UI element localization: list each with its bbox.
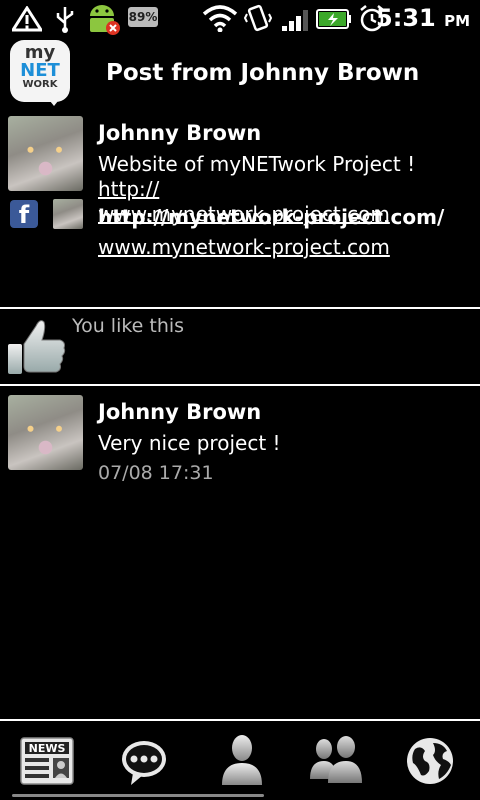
divider xyxy=(0,384,480,386)
wifi-icon xyxy=(202,5,238,32)
usb-icon xyxy=(56,7,74,33)
app-header: my NET WORK Post from Johnny Brown xyxy=(0,38,480,108)
chat-bubble-icon xyxy=(122,741,166,785)
nav-news-button[interactable]: NEWS xyxy=(19,737,75,787)
app-logo: my NET WORK xyxy=(10,40,70,102)
news-icon: NEWS xyxy=(20,737,74,785)
post-author-avatar[interactable] xyxy=(8,116,83,191)
comment-timestamp: 07/08 17:31 xyxy=(98,462,214,484)
signal-icon xyxy=(282,10,308,31)
link-url[interactable]: www.mynetwork-project.com xyxy=(98,235,390,259)
logo-speech-tail xyxy=(46,96,62,106)
nav-chat-button[interactable] xyxy=(117,737,173,787)
nav-friends-button[interactable] xyxy=(308,733,364,783)
nav-public-button[interactable] xyxy=(403,735,459,785)
post-message-link[interactable]: http:// xyxy=(98,177,159,201)
battery-percent-badge: 89% xyxy=(128,7,158,27)
comment-author-avatar[interactable] xyxy=(8,395,83,470)
divider xyxy=(0,719,480,721)
bottom-navigation: NEWS xyxy=(0,719,480,800)
news-label: NEWS xyxy=(29,742,66,755)
link-title[interactable]: http://mynetwork-project.com/ xyxy=(98,205,444,229)
scroll-indicator xyxy=(12,794,264,797)
person-icon xyxy=(222,735,262,785)
facebook-icon: f xyxy=(10,200,38,229)
status-clock: 5:31 PM xyxy=(376,4,470,32)
page-title: Post from Johnny Brown xyxy=(106,60,420,86)
link-thumbnail[interactable] xyxy=(53,199,83,229)
post-author-name[interactable]: Johnny Brown xyxy=(98,121,261,145)
comment-author-name[interactable]: Johnny Brown xyxy=(98,400,261,424)
warning-icon xyxy=(12,6,42,32)
status-bar: 89% 5:31 PM xyxy=(0,0,480,38)
divider xyxy=(0,307,480,309)
vibrate-icon xyxy=(244,4,272,32)
comment-text: Very nice project ! xyxy=(98,431,281,455)
battery-charging-icon xyxy=(316,9,351,29)
people-group-icon xyxy=(310,736,362,783)
nav-profile-button[interactable] xyxy=(214,733,270,785)
globe-icon xyxy=(407,738,453,784)
android-debug-icon xyxy=(90,5,120,35)
like-status-text: You like this xyxy=(72,315,185,337)
like-thumb-icon[interactable] xyxy=(6,316,68,378)
